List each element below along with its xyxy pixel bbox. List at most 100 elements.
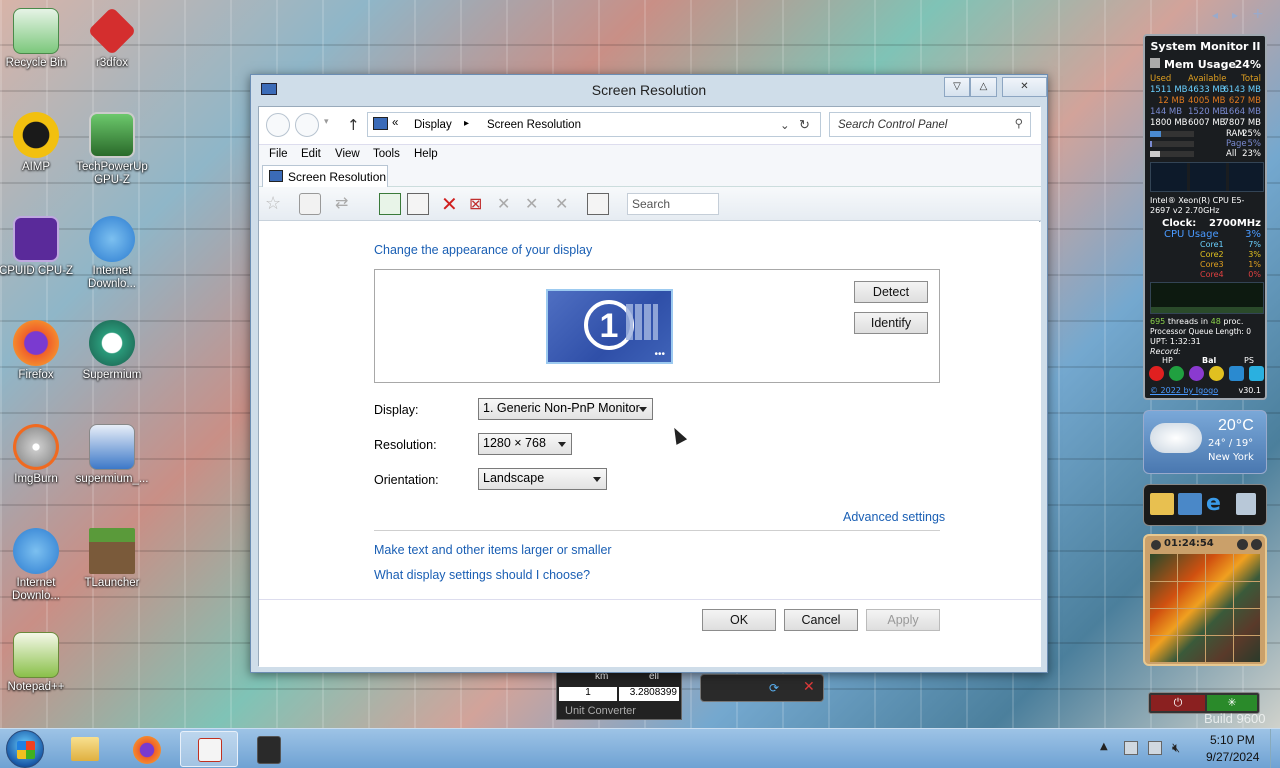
mode-hp[interactable]: HP <box>1162 356 1173 365</box>
copyright[interactable]: © 2022 by Igogo <box>1150 386 1218 395</box>
address-dropdown-icon[interactable]: ⌄ <box>780 118 790 132</box>
mode-bal[interactable]: Bal <box>1202 356 1216 365</box>
clock-time[interactable]: 5:10 PM <box>1210 733 1255 747</box>
weather-gadget[interactable]: 20°C 24° / 19° New York <box>1143 410 1267 474</box>
display-help-link[interactable]: What display settings should I choose? <box>374 568 590 582</box>
favorites-star-icon[interactable]: ☆ <box>265 193 287 215</box>
delete-icon[interactable]: ✕ <box>441 193 463 215</box>
internet-explorer-icon[interactable]: e <box>1206 493 1230 515</box>
puzzle-clock-gadget[interactable]: 01:24:54 <box>1143 534 1267 666</box>
computer-icon[interactable] <box>1178 493 1202 515</box>
mini-gadget-toolbar[interactable]: ⟳ ✕ <box>700 674 824 702</box>
settings-icon[interactable] <box>1249 366 1264 381</box>
back-button[interactable] <box>266 113 290 137</box>
title-bar[interactable]: Screen Resolution ▽ △ ✕ <box>251 75 1047 105</box>
options-icon[interactable]: ✳ <box>1207 695 1257 711</box>
power-icon[interactable]: ⏻ <box>1151 695 1205 711</box>
record: Record: <box>1150 347 1181 356</box>
desktop-icon-notepadpp[interactable]: Notepad++ <box>0 632 80 694</box>
desktop-icon-supermium[interactable]: Supermium <box>68 320 156 382</box>
start-button[interactable] <box>6 730 44 768</box>
menu-file[interactable]: File <box>269 148 288 160</box>
breadcrumb-chevron[interactable]: « <box>392 117 398 129</box>
view-options-icon[interactable] <box>587 193 609 215</box>
advanced-settings-link[interactable]: Advanced settings <box>843 510 945 524</box>
breadcrumb-screen-resolution[interactable]: Screen Resolution <box>487 119 581 131</box>
taskbar-calculator[interactable] <box>240 731 298 767</box>
help-icon[interactable] <box>1237 539 1248 550</box>
launcher-gadget[interactable]: e <box>1143 484 1267 526</box>
navigate-icon[interactable]: ⇄ <box>335 193 357 215</box>
tile-windows-icon[interactable] <box>407 193 429 215</box>
detect-button[interactable]: Detect <box>854 281 928 303</box>
apply-button[interactable]: Apply <box>866 609 940 631</box>
clock-date[interactable]: 9/27/2024 <box>1206 750 1259 764</box>
history-icon[interactable] <box>299 193 321 215</box>
volume-icon[interactable]: 🔇︎ <box>1172 741 1180 756</box>
settings-icon[interactable] <box>1251 539 1262 550</box>
close-right-icon[interactable]: ✕ <box>555 193 577 215</box>
toolbar-search-input[interactable]: Search <box>627 193 719 215</box>
desktop-icon-gpuz[interactable]: TechPowerUp GPU-Z <box>68 112 156 187</box>
sysmon-buttons <box>1149 366 1265 382</box>
display-select[interactable]: 1. Generic Non-PnP Monitor <box>478 398 653 420</box>
action-center-icon[interactable] <box>1124 741 1138 755</box>
close-button[interactable]: ✕ <box>1002 77 1047 97</box>
refresh-icon[interactable] <box>1169 366 1184 381</box>
breadcrumb-display[interactable]: Display <box>414 119 452 131</box>
desktop-icon-supermium-installer[interactable]: supermium_... <box>68 424 156 486</box>
recycle-bin-icon[interactable] <box>1236 493 1256 515</box>
cancel-button[interactable]: Cancel <box>784 609 858 631</box>
core-value: 1% <box>1248 260 1261 269</box>
mode-ps[interactable]: PS <box>1244 356 1254 365</box>
menu-tools[interactable]: Tools <box>373 148 400 160</box>
show-desktop-button[interactable] <box>1270 729 1280 768</box>
taskbar-java-app[interactable] <box>180 731 238 767</box>
gadget-add-icon[interactable]: + <box>1252 6 1264 22</box>
close-icon[interactable]: ✕ <box>803 679 815 695</box>
sleep-icon[interactable] <box>1209 366 1224 381</box>
up-arrow-icon[interactable]: ↑ <box>347 116 360 134</box>
unit-from-value[interactable]: 1 <box>559 687 617 701</box>
power-plan-icon[interactable] <box>1189 366 1204 381</box>
help-button[interactable]: ▽ <box>944 77 970 97</box>
identify-button[interactable]: Identify <box>854 312 928 334</box>
close-tab-icon[interactable]: ⊠ <box>469 193 491 215</box>
taskbar-firefox[interactable] <box>118 731 176 767</box>
unit-converter-gadget[interactable]: km ell 1 3.2808399 Unit Converter <box>556 668 682 720</box>
ok-button[interactable]: OK <box>702 609 776 631</box>
breadcrumb-separator[interactable]: ▸ <box>464 118 469 129</box>
refresh-icon[interactable]: ↻ <box>799 117 810 133</box>
gadget-prev-icon[interactable]: ◂ <box>1212 8 1218 22</box>
folder-icon[interactable] <box>1150 493 1174 515</box>
menu-view[interactable]: View <box>335 148 360 160</box>
forward-button[interactable] <box>295 113 319 137</box>
tab-row: Screen Resolution <box>259 165 1041 187</box>
text-size-link[interactable]: Make text and other items larger or smal… <box>374 543 612 557</box>
desktop-icon-tlauncher[interactable]: TLauncher <box>68 528 156 590</box>
copy-window-icon[interactable] <box>379 193 401 215</box>
maximize-button[interactable]: △ <box>970 77 997 97</box>
close-tabs-icon[interactable]: ✕ <box>497 193 519 215</box>
orientation-select[interactable]: Landscape <box>478 468 607 490</box>
close-left-icon[interactable]: ✕ <box>525 193 547 215</box>
taskbar-file-explorer[interactable] <box>56 731 114 767</box>
network-icon[interactable] <box>1148 741 1162 755</box>
menu-help[interactable]: Help <box>414 148 438 160</box>
monitor-1[interactable]: 1 ••• <box>546 289 673 364</box>
logoff-icon[interactable] <box>1229 366 1244 381</box>
gadget-next-icon[interactable]: ▸ <box>1232 8 1238 22</box>
refresh-icon[interactable]: ⟳ <box>769 681 779 695</box>
desktop-icon-r3dfox[interactable]: r3dfox <box>68 6 156 70</box>
power-icon[interactable] <box>1149 366 1164 381</box>
menu-edit[interactable]: Edit <box>301 148 321 160</box>
desktop-icon-idm[interactable]: Internet Downlo... <box>68 216 156 291</box>
tab-screen-resolution[interactable]: Screen Resolution <box>262 165 388 187</box>
resolution-select[interactable]: 1280 × 768 <box>478 433 572 455</box>
address-bar[interactable]: « Display ▸ Screen Resolution ⌄ ↻ <box>367 112 821 137</box>
system-monitor-gadget[interactable]: System Monitor II Mem Usage 24% Used Avail… <box>1143 34 1267 400</box>
puzzle-grid[interactable] <box>1150 554 1260 662</box>
search-control-panel-input[interactable]: Search Control Panel ⚲ <box>829 112 1031 137</box>
tray-expand-icon[interactable]: ▲ <box>1100 741 1108 752</box>
recent-dropdown-icon[interactable]: ▾ <box>324 117 329 127</box>
